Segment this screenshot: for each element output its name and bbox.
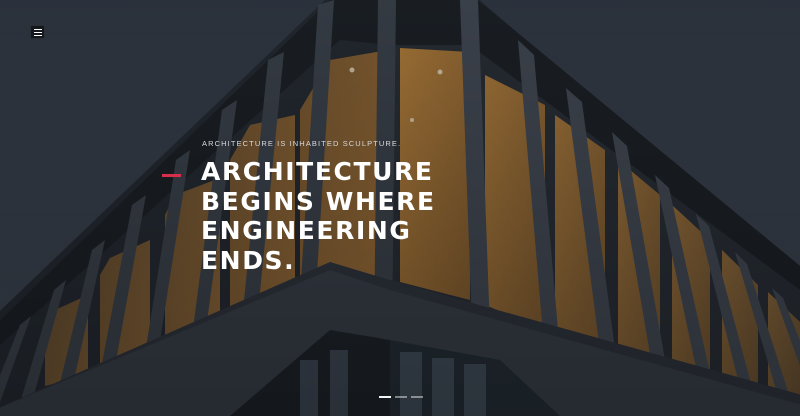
hero-headline: ARCHITECTURE BEGINS WHERE ENGINEERING EN… <box>201 157 436 275</box>
menu-button[interactable] <box>30 25 45 39</box>
slide-indicator-3[interactable] <box>411 396 423 398</box>
hamburger-menu-icon-line <box>33 34 42 36</box>
slide-indicator-1[interactable] <box>379 396 391 398</box>
headline-line: ENGINEERING <box>201 216 412 245</box>
headline-line: ENDS. <box>201 245 296 275</box>
slider-pagination <box>379 396 423 398</box>
slide-indicator-2[interactable] <box>395 396 407 398</box>
hamburger-menu-icon-line <box>33 31 42 33</box>
accent-dash <box>162 174 181 177</box>
hero-tagline: ARCHITECTURE IS INHABITED SCULPTURE. <box>202 139 402 148</box>
headline-line: ARCHITECTURE <box>201 157 434 186</box>
headline-line: BEGINS WHERE <box>201 186 436 216</box>
hamburger-menu-icon <box>33 28 42 30</box>
hero-section: ARCHITECTURE IS INHABITED SCULPTURE. ARC… <box>0 0 800 416</box>
